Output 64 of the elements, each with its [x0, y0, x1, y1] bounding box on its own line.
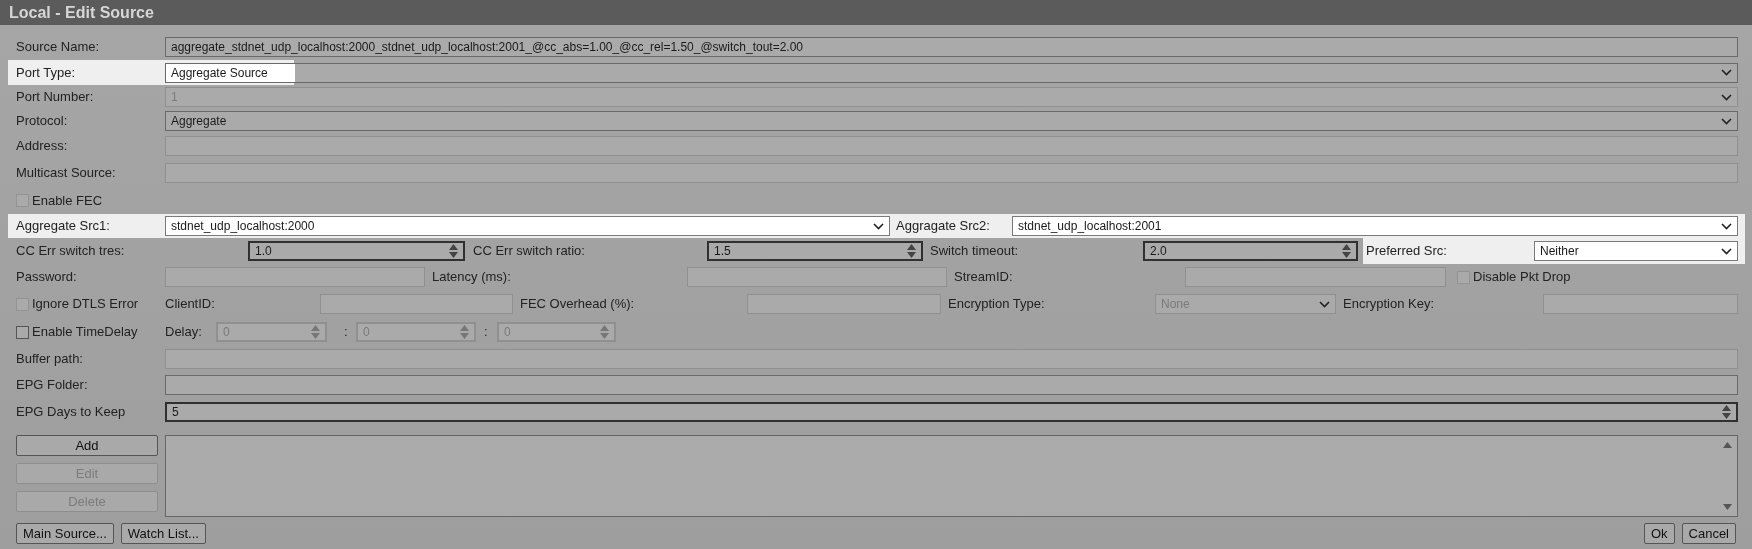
field-label: Latency (ms): [432, 268, 512, 287]
chevron-down-icon [1721, 93, 1732, 101]
button[interactable]: Ok [1643, 523, 1675, 544]
number-field[interactable]: 5 [165, 401, 1738, 422]
checkbox-label: Enable FEC [32, 191, 103, 210]
select-field[interactable]: Aggregate Source [165, 62, 1738, 83]
field-label: Aggragate Src2: [896, 217, 991, 236]
button[interactable]: Watch List... [120, 523, 206, 544]
select-field[interactable]: Aggregate [165, 111, 1738, 131]
spinner-icon [460, 325, 469, 339]
text-field[interactable]: aggregate_stdnet_udp_localhost:2000_stdnet_udp_localhost:2001_@cc_abs=1.00_@cc_rel=1.50_@switch_tout=2.00 [165, 37, 1738, 57]
field-label: CC Err switch ratio: [473, 242, 586, 261]
spinner-icon [449, 244, 458, 258]
text-field[interactable] [165, 375, 1738, 395]
field-label: EPG Folder: [16, 376, 89, 395]
checkbox-label: Ignore DTLS Error [32, 295, 139, 314]
checkbox-label: Disable Pkt Drop [1473, 268, 1571, 287]
select-field[interactable]: Neither [1534, 241, 1738, 261]
field-label: Delay: [165, 323, 203, 342]
spinner-icon [600, 325, 609, 339]
field-label: Multicast Source: [16, 164, 117, 183]
button[interactable]: Main Source... [16, 523, 114, 544]
field-label: Encryption Key: [1343, 295, 1436, 314]
field-label: EPG Days to Keep [16, 402, 127, 421]
field-label: FEC Overhead (%): [520, 295, 636, 314]
field-label: Source Name: [16, 38, 101, 57]
select-field[interactable]: stdnet_udp_localhost:2001 [1012, 216, 1738, 236]
field-label: Port Type: [16, 63, 76, 82]
field-label: Buffer path: [16, 350, 84, 369]
field-label: : [344, 323, 349, 342]
chevron-down-icon [1721, 117, 1732, 125]
add-button[interactable]: Add [16, 435, 158, 456]
chevron-down-icon [1319, 300, 1330, 308]
field-label: Switch timeout: [930, 242, 1020, 261]
spinner-icon [1722, 404, 1731, 419]
scroll-up-icon[interactable] [1723, 442, 1732, 448]
field-label: Address: [16, 137, 69, 156]
spinner-icon [311, 325, 320, 339]
field-label: Encryption Type: [948, 295, 1046, 314]
field-label: Preferred Src: [1366, 242, 1448, 261]
chevron-down-icon [1721, 247, 1732, 255]
number-field[interactable]: 1.0 [248, 241, 465, 261]
chevron-down-icon [1721, 69, 1732, 76]
window-title: Local - Edit Source [0, 0, 1752, 25]
field-label: : [484, 323, 489, 342]
field-label: Protocol: [16, 112, 69, 131]
checkbox[interactable] [16, 325, 29, 339]
field-label: Port Number: [16, 88, 95, 107]
spinner-icon [907, 244, 916, 258]
field-label: Aggregate Src1: [16, 217, 111, 236]
number-field[interactable]: 2.0 [1143, 241, 1358, 261]
chevron-down-icon [873, 222, 884, 230]
number-field[interactable]: 1.5 [707, 241, 923, 261]
chevron-down-icon [1721, 222, 1732, 230]
list-box[interactable] [165, 435, 1738, 517]
scroll-down-icon[interactable] [1723, 504, 1732, 510]
field-label: ClientID: [165, 295, 216, 314]
button[interactable]: Cancel [1681, 523, 1736, 544]
field-label: Password: [16, 268, 78, 287]
spinner-icon [1342, 244, 1351, 258]
field-label: StreamID: [954, 268, 1014, 287]
checkbox-label: Enable TimeDelay [32, 323, 138, 342]
field-label: CC Err switch tres: [16, 242, 126, 261]
select-field[interactable]: stdnet_udp_localhost:2000 [165, 216, 890, 236]
